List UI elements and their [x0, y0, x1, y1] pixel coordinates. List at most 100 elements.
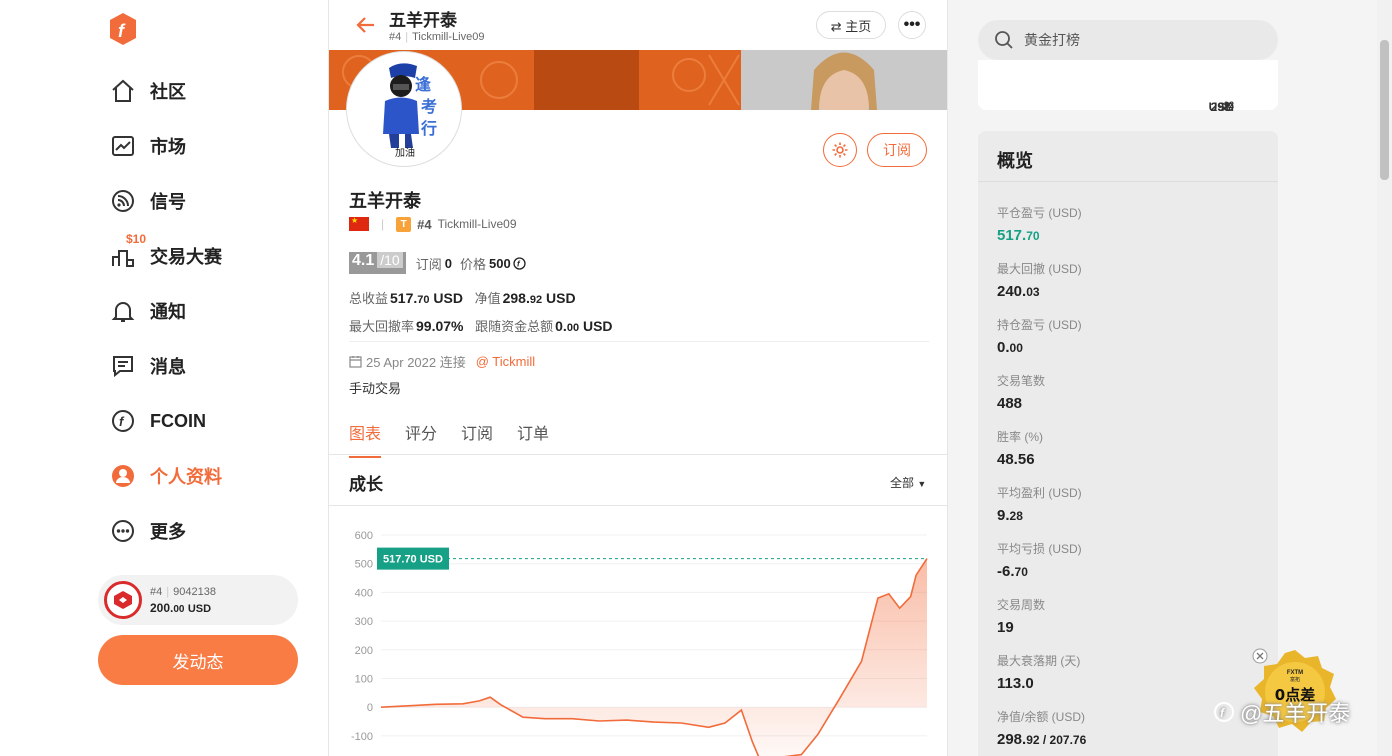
fcoin-icon: f — [513, 256, 526, 270]
equity-label: 净值 — [474, 291, 501, 306]
overview-stat-decimals: 03 — [1026, 285, 1040, 299]
overview-stat: 平均亏损 (USD) -6.70 — [997, 540, 1082, 580]
avatar — [104, 581, 142, 619]
profile-account: Tickmill-Live09 — [437, 217, 517, 231]
search-input[interactable] — [1024, 32, 1254, 48]
svg-text:加油: 加油 — [395, 146, 415, 159]
growth-title: 成长 — [349, 475, 383, 494]
overview-stat-integer: 488 — [997, 395, 1023, 412]
overview-stat-integer: 240. — [997, 283, 1027, 300]
rating-row: 4.1/10 订阅 0 价格 500 f — [349, 252, 526, 274]
range-value: 全部 — [890, 476, 915, 490]
y-tick-label: 0 — [367, 702, 373, 714]
svg-text:行: 行 — [420, 119, 437, 138]
sidebar-item-profile[interactable]: 个人资料 — [108, 456, 222, 496]
y-tick-label: -100 — [351, 731, 373, 743]
message-icon — [108, 351, 138, 381]
sidebar-item-label: 通知 — [150, 302, 186, 322]
overview-stat-value: 113.0 — [997, 675, 1080, 692]
sidebar-item-notifications[interactable]: 通知 — [108, 291, 186, 331]
fcoin-icon: f — [108, 406, 138, 436]
home-button[interactable]: ⇄ 主页 — [816, 11, 886, 39]
sidebar-item-label: 个人资料 — [150, 467, 222, 487]
overview-stat-decimals: 92 / 207.76 — [1026, 733, 1087, 747]
sidebar-item-label: 更多 — [150, 522, 186, 542]
overview-stat: 平仓盈亏 (USD) 517.70 — [997, 204, 1082, 244]
sidebar-item-community[interactable]: 社区 — [108, 71, 186, 111]
header-rank: #4 — [389, 31, 402, 43]
profile-avatar[interactable]: 逢 考 行 加油 — [347, 52, 461, 166]
total-profit-value: 517. — [390, 290, 418, 306]
overview-stat: 胜率 (%) 48.56 — [997, 428, 1043, 468]
search-bar[interactable] — [978, 20, 1278, 60]
fxhome-logo-icon[interactable]: f — [108, 12, 138, 46]
account-id: 9042138 — [173, 585, 216, 598]
overview-stat: 交易笔数 488 — [997, 372, 1045, 412]
ad-sub: 富拓 — [1290, 676, 1300, 683]
price-label: 价格 — [459, 256, 486, 272]
account-rank: #4 — [150, 585, 163, 598]
sidebar-item-label: 市场 — [150, 137, 186, 157]
follow-funds-currency: USD — [582, 318, 613, 334]
watermark: f @五羊开泰 — [1212, 696, 1350, 728]
account-card[interactable]: #4 | 9042138 200.00 USD — [98, 575, 298, 625]
growth-chart: 600 500 400 300 200 100 0 -100 517.70 USD — [351, 530, 928, 756]
sidebar-item-signals[interactable]: 信号 — [108, 181, 186, 221]
range-dropdown[interactable]: 全部 ▼ — [890, 474, 926, 491]
sidebar-item-fcoin[interactable]: f FCOIN — [108, 401, 206, 441]
overview-stat-integer: 19 — [997, 619, 1014, 636]
scrollbar-thumb[interactable] — [1380, 40, 1389, 180]
score-badge: 4.1/10 — [349, 252, 406, 274]
follow-funds-decimals: 00 — [566, 322, 580, 334]
search-icon — [995, 31, 1013, 49]
chart-icon — [108, 131, 138, 161]
tab-chart[interactable]: 图表 — [349, 420, 382, 458]
overview-stat-integer: 517. — [997, 227, 1027, 244]
post-button[interactable]: 发动态 — [98, 635, 298, 685]
sidebar-item-market[interactable]: 市场 — [108, 126, 186, 166]
sidebar-item-messages[interactable]: 消息 — [108, 346, 186, 386]
sidebar-item-more[interactable]: 更多 — [108, 511, 186, 551]
home-icon — [108, 76, 138, 106]
broker-badge: T — [396, 216, 412, 232]
divider — [349, 341, 929, 342]
score-max: /10 — [377, 252, 403, 268]
connect-row: 25 Apr 2022 连接 @ Tickmill — [349, 352, 535, 371]
profile-panel: 五羊开泰 #4 | Tickmill-Live09 ⇄ 主页 ••• 逢 考 行 加… — [328, 0, 948, 756]
max-drawdown-label: 最大回撤率 — [349, 319, 415, 334]
account-currency: USD — [187, 602, 212, 615]
sidebar-item-contest[interactable]: $10 交易大赛 — [108, 232, 222, 276]
overview-stat-integer: 298. — [997, 731, 1027, 748]
score-value: 4.1 — [352, 252, 375, 269]
svg-text:逢: 逢 — [415, 75, 432, 94]
overview-stat-value: 9.28 — [997, 507, 1082, 524]
broker-link[interactable]: @ Tickmill — [476, 354, 535, 369]
y-tick-label: 600 — [355, 530, 373, 542]
overview-stat-value: 240.03 — [997, 283, 1082, 300]
profile-meta: | T #4 Tickmill-Live09 — [349, 215, 517, 233]
overview-stat-label: 持仓盈亏 (USD) — [997, 318, 1082, 332]
equity-card-currency: USD — [1208, 100, 1234, 114]
svg-text:考: 考 — [421, 97, 437, 116]
follow-funds-value: 0. — [555, 318, 567, 334]
subscribers-label: 订阅 — [415, 256, 442, 272]
scrollbar[interactable] — [1377, 0, 1392, 756]
overview-stat-value: 488 — [997, 395, 1045, 412]
settings-button[interactable] — [823, 133, 857, 167]
price-value: 500 — [488, 255, 511, 271]
profile-description: 手动交易 — [349, 381, 402, 396]
overview-stat-label: 交易周数 — [997, 598, 1046, 612]
back-arrow-icon[interactable] — [355, 14, 377, 36]
subscribe-button[interactable]: 订阅 — [867, 133, 927, 167]
overview-stat-label: 平均盈利 (USD) — [997, 486, 1082, 500]
more-options-button[interactable]: ••• — [898, 11, 926, 39]
overview-stat-value: 0.00 — [997, 339, 1082, 356]
sidebar-item-label: 信号 — [150, 192, 186, 212]
tab-orders[interactable]: 订单 — [517, 420, 549, 458]
overview-stat: 持仓盈亏 (USD) 0.00 — [997, 316, 1082, 356]
tab-rating[interactable]: 评分 — [405, 420, 437, 458]
watermark-text: @五羊开泰 — [1240, 701, 1351, 726]
tab-subscriptions[interactable]: 订阅 — [461, 420, 493, 458]
overview-stat-value: 298.92 / 207.76 — [997, 731, 1086, 748]
profile-icon — [108, 461, 138, 491]
